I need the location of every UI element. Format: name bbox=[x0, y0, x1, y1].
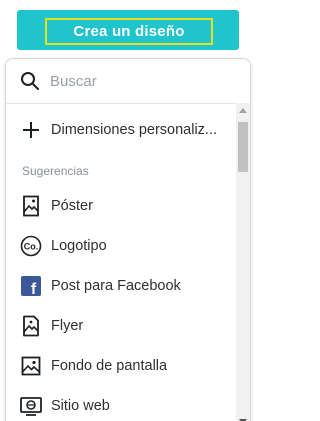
suggestion-item-wallpaper[interactable]: Fondo de pantalla bbox=[6, 346, 234, 386]
flyer-icon bbox=[20, 315, 42, 337]
suggestion-item-flyer[interactable]: Flyer bbox=[6, 306, 234, 346]
plus-icon bbox=[20, 119, 42, 141]
create-design-label: Crea un diseño bbox=[45, 18, 213, 45]
logo-icon-text: Co. bbox=[24, 242, 39, 252]
suggestion-item-poster[interactable]: Póster bbox=[6, 186, 234, 226]
search-bar bbox=[6, 59, 250, 104]
wallpaper-icon bbox=[20, 355, 42, 377]
suggestion-item-facebook-post[interactable]: f Post para Facebook bbox=[6, 266, 234, 306]
search-input[interactable] bbox=[50, 70, 230, 92]
suggestion-label: Logotipo bbox=[51, 238, 107, 254]
facebook-icon: f bbox=[20, 275, 42, 297]
design-dropdown: Dimensiones personaliz... Sugerencias Pó… bbox=[5, 58, 251, 421]
scrollbar-thumb[interactable] bbox=[238, 122, 248, 172]
suggestion-label: Post para Facebook bbox=[51, 278, 181, 294]
website-icon bbox=[20, 395, 42, 417]
scroll-up-arrow-icon[interactable] bbox=[239, 108, 247, 113]
custom-dimensions-item[interactable]: Dimensiones personaliz... bbox=[6, 110, 234, 150]
design-creator: Crea un diseño Dimensiones person bbox=[0, 0, 252, 421]
suggestion-label: Flyer bbox=[51, 318, 84, 334]
suggestion-label: Fondo de pantalla bbox=[51, 358, 168, 374]
suggestion-item-website[interactable]: Sitio web bbox=[6, 386, 234, 421]
scrollbar[interactable] bbox=[236, 103, 250, 421]
custom-dimensions-label: Dimensiones personaliz... bbox=[51, 122, 218, 138]
suggestions-heading: Sugerencias bbox=[22, 164, 89, 178]
suggestion-label: Póster bbox=[51, 198, 93, 214]
suggestion-label: Sitio web bbox=[51, 398, 110, 414]
poster-icon bbox=[20, 195, 42, 217]
search-icon bbox=[20, 71, 40, 91]
suggestion-item-logo[interactable]: Co. Logotipo bbox=[6, 226, 234, 266]
facebook-icon-text: f bbox=[31, 281, 37, 296]
logo-icon: Co. bbox=[20, 235, 42, 257]
create-design-button[interactable]: Crea un diseño bbox=[17, 10, 239, 50]
